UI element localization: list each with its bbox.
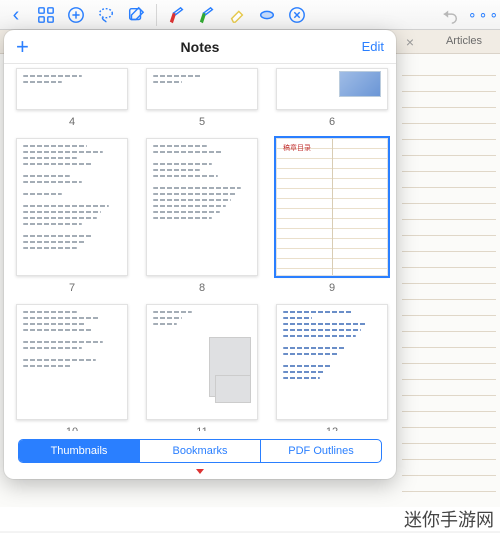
ruled-divider [332,139,333,275]
popover-title: Notes [4,39,396,55]
four-squares-icon[interactable] [36,5,56,25]
add-page-button[interactable]: + [16,34,29,60]
arrow-down-icon [18,461,382,469]
page-heading: 稿章目录 [283,143,311,153]
top-toolbar: ‹ ∘∘∘ [0,0,500,30]
thumbnails-popover: + Notes Edit 4 5 6 [4,30,396,479]
toolbar-left-group: ‹ [6,5,146,25]
segment-bookmarks[interactable]: Bookmarks [140,440,261,462]
add-circle-icon[interactable] [66,5,86,25]
edit-button[interactable]: Edit [362,39,384,54]
toolbar-tools-group [167,5,307,25]
page-thumbnail[interactable] [16,304,128,420]
segmented-control-wrap: Thumbnails Bookmarks PDF Outlines [4,431,396,479]
view-segmented-control: Thumbnails Bookmarks PDF Outlines [18,439,382,463]
lasso-icon[interactable] [96,5,116,25]
toolbar-right-group: ∘∘∘ [440,5,494,25]
page-thumbnail[interactable] [146,138,258,276]
image-placeholder [339,71,381,97]
close-circle-icon[interactable] [287,5,307,25]
page-thumbnail-selected[interactable]: 稿章目录 [276,138,388,276]
segment-pdf-outlines[interactable]: PDF Outlines [261,440,381,462]
back-button[interactable]: ‹ [6,5,26,25]
compose-icon[interactable] [126,5,146,25]
popover-header: + Notes Edit [4,30,396,64]
page-number: 9 [329,282,335,294]
page-number: 5 [199,116,205,128]
close-tab-icon[interactable]: × [406,34,414,50]
undo-solid-icon[interactable] [440,5,460,25]
page-thumbnail[interactable] [16,138,128,276]
page-number: 8 [199,282,205,294]
toolbar-separator [156,4,157,26]
page-thumbnail[interactable] [146,68,258,110]
page-number: 4 [69,116,75,128]
page-thumbnail[interactable] [276,68,388,110]
image-placeholder [215,375,251,403]
segment-thumbnails[interactable]: Thumbnails [19,440,140,462]
watermark-text: 迷你手游网 [0,507,500,531]
tab-label[interactable]: Articles [446,35,482,47]
pen-red-icon[interactable] [167,5,187,25]
shape-oval-icon[interactable] [257,5,277,25]
pen-green-icon[interactable] [197,5,217,25]
page-thumbnail[interactable] [276,304,388,420]
page-thumbnail[interactable] [146,304,258,420]
eraser-icon[interactable] [227,5,247,25]
more-icon[interactable]: ∘∘∘ [474,5,494,25]
thumbnail-grid[interactable]: 4 5 6 [4,64,396,431]
page-number: 7 [69,282,75,294]
page-thumbnail[interactable] [16,68,128,110]
page-number: 6 [329,116,335,128]
